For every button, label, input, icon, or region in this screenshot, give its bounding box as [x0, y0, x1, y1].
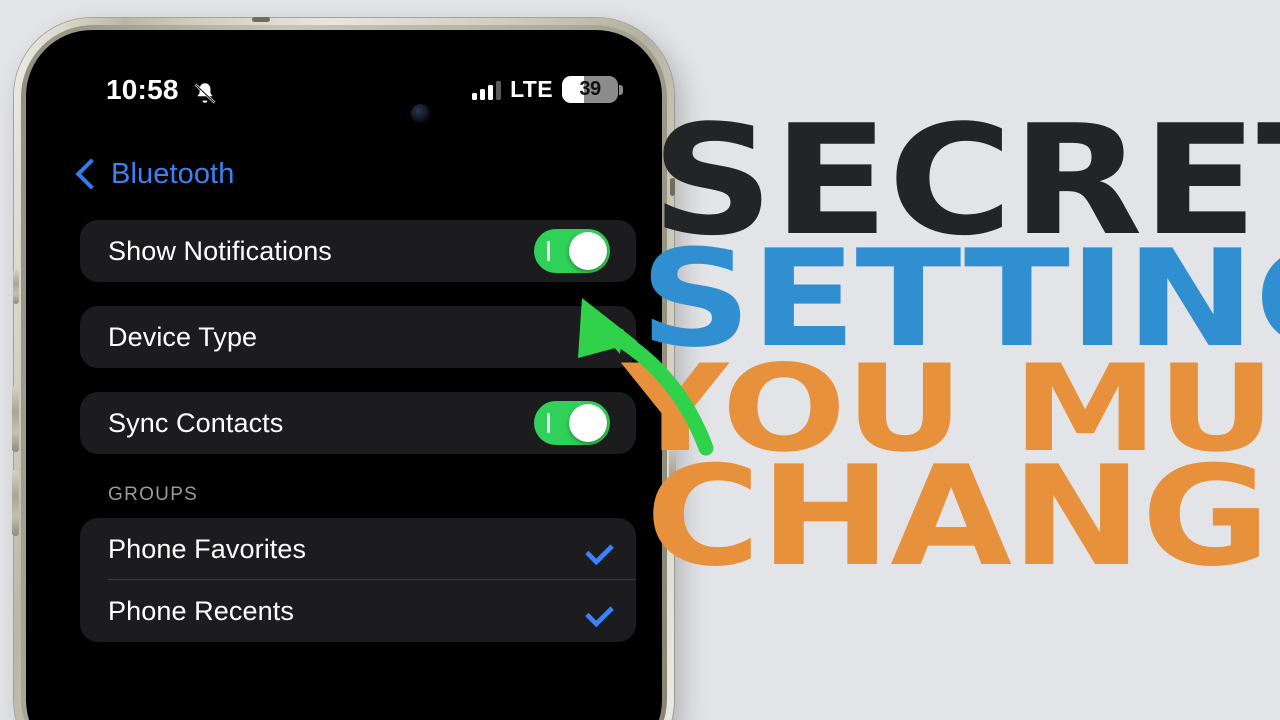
status-bar: 10:58 LTE 39	[26, 74, 662, 112]
settings-row-phone-recents[interactable]: Phone Recents	[80, 580, 636, 642]
headline-block: SECRET SETTINGS YOU MUST CHANGE	[622, 105, 1280, 720]
settings-row-device-type[interactable]: Device Type	[80, 306, 636, 368]
settings-card-sync-contacts: Sync Contacts	[80, 392, 636, 454]
headline-line-you-must: YOU MUST	[622, 340, 1280, 480]
section-header-groups: GROUPS	[108, 484, 199, 505]
back-label: Bluetooth	[111, 158, 235, 190]
row-label: Device Type	[108, 321, 258, 352]
power-button[interactable]	[669, 438, 676, 530]
checkmark-icon	[584, 598, 610, 624]
battery-indicator: 39	[562, 76, 623, 103]
battery-percent-label: 39	[579, 78, 601, 100]
dynamic-island	[204, 30, 450, 58]
settings-card-device-type: Device Type	[80, 306, 636, 368]
chevron-left-icon	[75, 157, 107, 190]
settings-card-groups: Phone Favorites Phone Recents	[80, 518, 636, 642]
headline-line-settings: SETTINGS	[639, 220, 1280, 377]
settings-list: Show Notifications Device Type Sync Cont…	[80, 220, 636, 666]
row-label: Phone Favorites	[108, 533, 307, 564]
bell-slash-icon	[194, 83, 216, 104]
back-navigation[interactable]: Bluetooth	[75, 157, 235, 191]
iphone-mockup: 10:58 LTE 39 Bluetooth Show Notification…	[12, 17, 676, 720]
row-label: Phone Recents	[108, 595, 294, 626]
toggle-on-mark-icon	[547, 241, 550, 261]
headline-line-secret: SECRET	[651, 92, 1280, 269]
carrier-label: LTE	[510, 76, 553, 102]
mute-switch-button[interactable]	[13, 270, 19, 304]
sync-contacts-toggle[interactable]	[534, 401, 610, 445]
headline-line-change: CHANGE	[645, 435, 1280, 597]
settings-card-notifications: Show Notifications	[80, 220, 636, 282]
toggle-on-mark-icon	[547, 413, 550, 433]
toggle-knob	[569, 232, 607, 270]
checkmark-icon	[584, 536, 610, 562]
battery-cap-icon	[619, 85, 623, 95]
toggle-knob	[569, 404, 607, 442]
antenna-band-top	[252, 17, 270, 22]
row-label: Sync Contacts	[108, 407, 284, 438]
show-notifications-toggle[interactable]	[534, 229, 610, 273]
phone-screen: 10:58 LTE 39 Bluetooth Show Notification…	[26, 30, 662, 720]
settings-row-phone-favorites[interactable]: Phone Favorites	[80, 518, 636, 580]
antenna-band-right	[670, 178, 675, 196]
settings-row-show-notifications[interactable]: Show Notifications	[80, 220, 636, 282]
status-bar-right: LTE 39	[472, 76, 623, 103]
cellular-bars-icon	[472, 80, 502, 100]
thumbnail-canvas: SECRET SETTINGS YOU MUST CHANGE 10:58	[0, 0, 1280, 720]
settings-row-sync-contacts[interactable]: Sync Contacts	[80, 392, 636, 454]
volume-down-button[interactable]	[12, 470, 19, 536]
status-bar-time: 10:58	[106, 74, 179, 105]
volume-up-button[interactable]	[12, 386, 19, 452]
row-label: Show Notifications	[108, 235, 332, 266]
